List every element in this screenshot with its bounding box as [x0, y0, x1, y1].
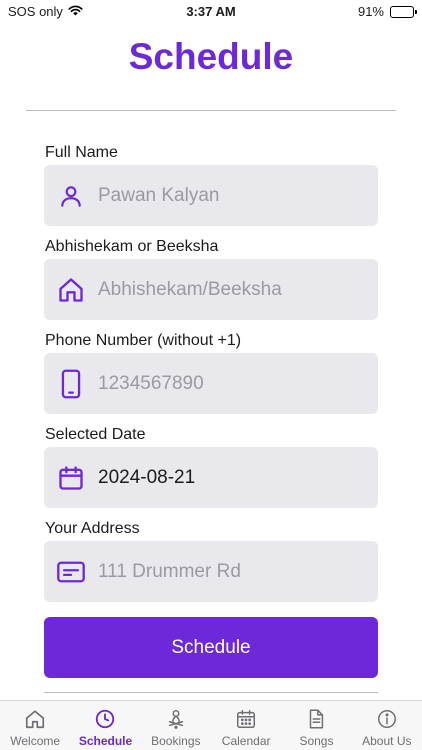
tab-calendar-label: Calendar [221, 734, 271, 748]
clock-icon [94, 708, 116, 730]
tab-calendar[interactable]: Calendar [211, 701, 281, 750]
address-input[interactable] [98, 560, 368, 583]
status-bar: SOS only 3:37 AM 91% [0, 0, 422, 24]
tab-songs-label: Songs [299, 734, 334, 748]
tab-about-us[interactable]: About Us [352, 701, 422, 750]
phone-input[interactable] [98, 372, 368, 395]
tab-about-us-label: About Us [362, 734, 412, 748]
card-icon [44, 559, 98, 585]
battery-icon [390, 5, 417, 18]
tab-bar: Welcome Schedule Bookings Calendar Songs… [0, 700, 422, 750]
tab-songs[interactable]: Songs [281, 701, 351, 750]
full-name-input[interactable] [98, 184, 368, 207]
info-icon [376, 708, 398, 730]
tab-welcome[interactable]: Welcome [0, 701, 70, 750]
tab-bookings[interactable]: Bookings [141, 701, 211, 750]
page-title: Schedule [128, 36, 294, 77]
abhishekam-label: Abhishekam or Beeksha [45, 238, 219, 255]
tab-welcome-label: Welcome [10, 734, 61, 748]
phone-label: Phone Number (without +1) [45, 332, 242, 349]
tab-schedule[interactable]: Schedule [70, 701, 140, 750]
address-field-container[interactable] [44, 541, 378, 602]
document-icon [305, 708, 327, 730]
person-icon [44, 183, 98, 209]
abhishekam-input[interactable] [98, 278, 368, 301]
full-name-label: Full Name [45, 144, 118, 161]
bookings-icon [165, 708, 187, 730]
address-label: Your Address [45, 520, 140, 537]
battery-percent: 91% [357, 4, 384, 19]
calendar-grid-icon [235, 708, 257, 730]
abhishekam-field-container[interactable] [44, 259, 378, 320]
bottom-divider [44, 692, 378, 693]
title-divider [26, 110, 396, 111]
home-icon [44, 276, 98, 304]
phone-field-container[interactable] [44, 353, 378, 414]
calendar-icon [44, 464, 98, 492]
schedule-button[interactable]: Schedule [44, 617, 378, 678]
date-field[interactable]: 2024-08-21 [44, 447, 378, 508]
house-icon [24, 708, 46, 730]
status-right: 91% [357, 4, 417, 19]
tab-bookings-label: Bookings [151, 734, 201, 748]
tab-schedule-label: Schedule [78, 734, 133, 748]
selected-date-value[interactable]: 2024-08-21 [98, 467, 195, 489]
full-name-field-container[interactable] [44, 165, 378, 226]
phone-icon [44, 369, 98, 399]
date-label: Selected Date [45, 426, 146, 443]
